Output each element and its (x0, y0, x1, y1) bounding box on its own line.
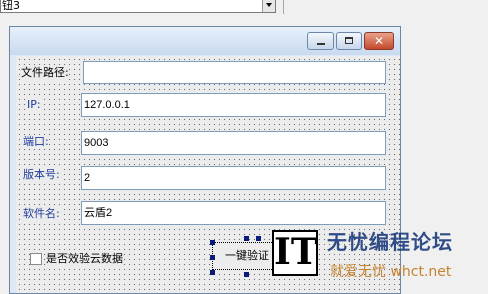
software-name-label: 软件名: (23, 207, 60, 221)
selection-handle[interactable] (210, 270, 215, 275)
version-label: 版本号: (23, 168, 60, 182)
ip-field[interactable]: 127.0.0.1 (81, 93, 386, 117)
maximize-button[interactable] (336, 32, 362, 50)
selection-handle[interactable] (210, 240, 215, 245)
port-label: 端口: (23, 135, 49, 149)
toolbar-divider (283, 0, 284, 14)
software-name-field[interactable]: 云盾2 (81, 201, 386, 225)
minimize-button[interactable] (307, 32, 334, 50)
chevron-down-icon[interactable] (262, 0, 275, 12)
selection-handle[interactable] (244, 272, 249, 277)
watermark-subtitle: 就爱无忧 whct.net (330, 264, 452, 280)
ip-label: IP: (27, 98, 41, 112)
file-path-label: 文件路径: (21, 66, 69, 80)
cloud-check-checkbox[interactable] (30, 253, 42, 265)
control-combo-value: 钮3 (2, 0, 20, 12)
cloud-check-label: 是否效验云数据 (46, 252, 123, 266)
selection-handle[interactable] (244, 236, 249, 241)
close-button[interactable]: ✕ (364, 32, 394, 50)
maximize-icon (345, 37, 353, 44)
minimize-icon (317, 43, 325, 45)
selection-handle[interactable] (256, 236, 261, 241)
version-field[interactable]: 2 (81, 166, 386, 190)
selection-glyph-box: IT (272, 230, 318, 276)
selection-handle[interactable] (210, 255, 215, 260)
watermark-title: 无忧编程论坛 (327, 230, 453, 254)
control-combo[interactable]: 钮3 (0, 0, 276, 13)
close-icon: ✕ (373, 34, 385, 48)
title-bar: ✕ (10, 27, 400, 55)
file-path-field[interactable] (83, 61, 386, 84)
port-field[interactable]: 9003 (81, 131, 386, 155)
